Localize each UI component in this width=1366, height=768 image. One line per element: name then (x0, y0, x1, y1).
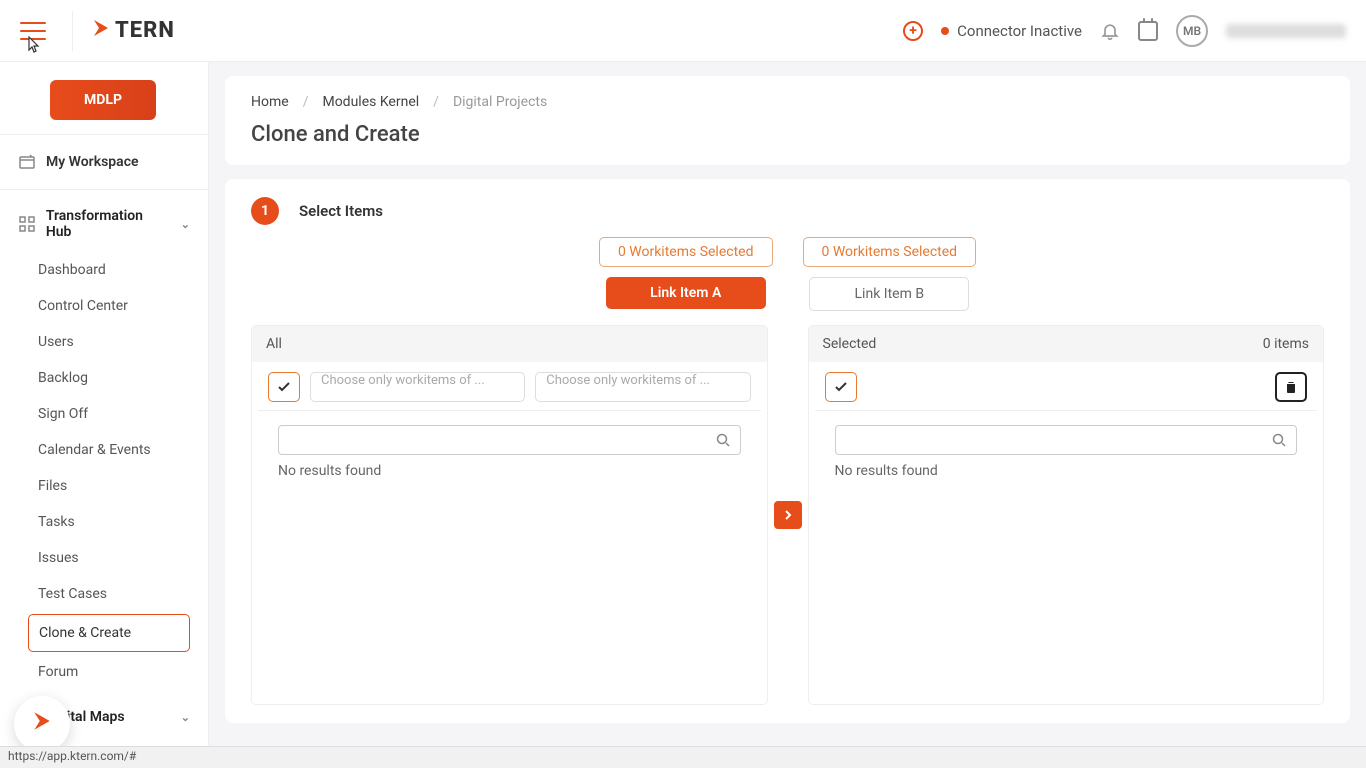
sidebar-item-calendar[interactable]: Calendar & Events (0, 432, 208, 468)
filter-input-1[interactable]: Choose only workitems of ... (310, 372, 525, 402)
fab-logo-icon (31, 710, 53, 738)
select-all-checkbox[interactable] (268, 372, 300, 402)
sidebar-item-tasks[interactable]: Tasks (0, 504, 208, 540)
filter-input-2[interactable]: Choose only workitems of ... (535, 372, 750, 402)
source-pane-title: All (266, 336, 282, 352)
target-no-results: No results found (835, 463, 1298, 479)
link-item-b-button[interactable]: Link Item B (809, 277, 969, 311)
cursor-icon (24, 36, 44, 63)
connector-status[interactable]: Connector Inactive (941, 22, 1082, 40)
sidebar-item-issues[interactable]: Issues (0, 540, 208, 576)
logo-text: TERN (115, 18, 175, 43)
status-dot-icon (941, 27, 949, 35)
sidebar-item-testcases[interactable]: Test Cases (0, 576, 208, 612)
link-controls: 0 Workitems Selected Link Item A 0 Worki… (251, 237, 1324, 311)
sidebar-item-signoff[interactable]: Sign Off (0, 396, 208, 432)
grid-icon (18, 215, 36, 233)
target-select-all-checkbox[interactable] (825, 372, 857, 402)
target-search-input[interactable] (835, 425, 1298, 455)
main-content: Home / Modules Kernel / Digital Projects… (209, 62, 1366, 768)
breadcrumb-modules[interactable]: Modules Kernel (322, 94, 419, 110)
page-title: Clone and Create (251, 122, 1324, 147)
browser-status-bar: https://app.ktern.com/# (0, 746, 1366, 768)
target-pane-title: Selected (823, 336, 877, 352)
sidebar-item-control-center[interactable]: Control Center (0, 288, 208, 324)
sidebar-item-users[interactable]: Users (0, 324, 208, 360)
search-icon (1272, 433, 1286, 447)
workspace-label: My Workspace (46, 154, 139, 170)
workspace-icon (18, 153, 36, 171)
step-card: 1 Select Items 0 Workitems Selected Link… (225, 179, 1350, 723)
sidebar-item-clone-create[interactable]: Clone & Create (28, 614, 190, 652)
source-pane: All Choose only workitems of ... Choose … (251, 325, 768, 705)
delete-button[interactable] (1275, 372, 1307, 402)
notifications-icon[interactable] (1100, 21, 1120, 41)
target-pane: Selected 0 items (808, 325, 1325, 705)
source-search-input[interactable] (278, 425, 741, 455)
transfer-right-button[interactable] (774, 501, 802, 529)
step-label: Select Items (299, 202, 383, 220)
user-name-blurred (1226, 24, 1346, 38)
sidebar-item-dashboard[interactable]: Dashboard (0, 252, 208, 288)
breadcrumb-home[interactable]: Home (251, 94, 289, 110)
header-card: Home / Modules Kernel / Digital Projects… (225, 76, 1350, 165)
mdlp-button[interactable]: MDLP (50, 80, 156, 120)
user-avatar[interactable]: MB (1176, 15, 1208, 47)
calendar-icon[interactable] (1138, 21, 1158, 41)
source-no-results: No results found (278, 463, 741, 479)
search-icon (716, 433, 730, 447)
breadcrumb-sep: / (303, 94, 309, 110)
selected-count-badge-b: 0 Workitems Selected (803, 237, 977, 267)
menu-toggle-icon[interactable] (20, 22, 46, 40)
selected-count-badge-a: 0 Workitems Selected (599, 237, 773, 267)
trash-icon (1284, 380, 1298, 394)
target-pane-count: 0 items (1263, 336, 1309, 352)
chevron-down-icon: ⌄ (181, 218, 190, 231)
fab-button[interactable] (14, 696, 70, 752)
step-number-badge: 1 (251, 197, 279, 225)
transformation-label: Transformation Hub (46, 208, 171, 240)
dual-pane: All Choose only workitems of ... Choose … (251, 325, 1324, 705)
sidebar-section-transformation[interactable]: Transformation Hub ⌄ (0, 196, 208, 252)
connector-status-text: Connector Inactive (957, 22, 1082, 40)
add-button-icon[interactable]: + (903, 21, 923, 41)
logo-mark-icon (91, 18, 111, 43)
sidebar-item-backlog[interactable]: Backlog (0, 360, 208, 396)
breadcrumb-current: Digital Projects (453, 94, 547, 110)
sidebar-item-forum[interactable]: Forum (0, 654, 208, 690)
sidebar: MDLP My Workspace Transformation Hub ⌄ D… (0, 62, 209, 768)
breadcrumb-sep: / (433, 94, 439, 110)
chevron-down-icon: ⌄ (181, 711, 190, 724)
breadcrumb: Home / Modules Kernel / Digital Projects (251, 94, 1324, 110)
logo[interactable]: TERN (91, 18, 175, 43)
sidebar-item-files[interactable]: Files (0, 468, 208, 504)
link-item-a-button[interactable]: Link Item A (606, 277, 766, 309)
sidebar-item-workspace[interactable]: My Workspace (0, 141, 208, 183)
separator (72, 11, 73, 51)
top-header: TERN + Connector Inactive MB (0, 0, 1366, 62)
